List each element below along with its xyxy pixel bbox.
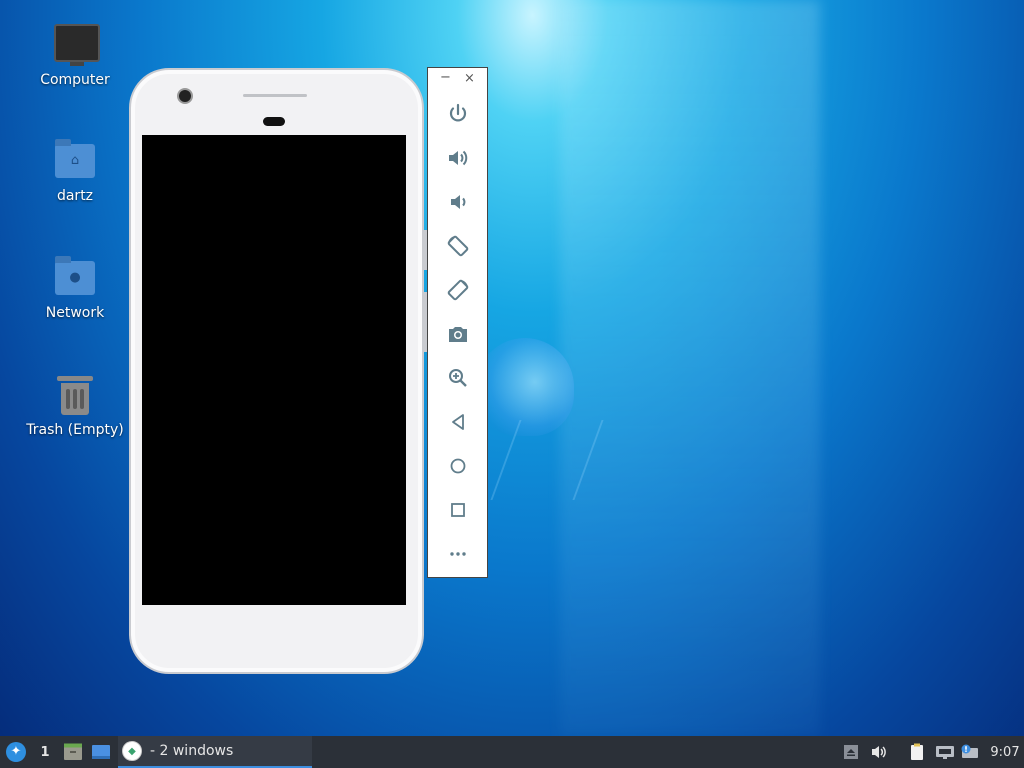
volume-tray-button[interactable] (868, 736, 890, 768)
menu-logo-icon: ✦ (6, 742, 26, 762)
show-desktop-button[interactable] (90, 736, 112, 768)
emulator-toolbar-titlebar: − × (428, 68, 487, 92)
power-button[interactable] (428, 92, 487, 136)
home-folder-icon: ⌂ (53, 138, 97, 182)
network-tray-button[interactable] (934, 736, 956, 768)
home-icon (450, 458, 465, 474)
close-button[interactable]: × (464, 71, 475, 86)
taskbar-window-label: - 2 windows (150, 743, 234, 759)
workspace-switcher[interactable]: 1 (36, 736, 54, 768)
emulator-toolbar: − × (427, 67, 488, 578)
computer-icon (53, 22, 100, 66)
overview-icon (450, 503, 465, 517)
front-camera (179, 90, 191, 102)
notification-tray-button[interactable] (958, 736, 980, 768)
overview-button[interactable] (428, 488, 487, 532)
phone-emulator-frame (129, 68, 427, 674)
volume-down-icon (450, 195, 465, 209)
taskbar: ✦ 1 ◆ - 2 windows 9:07 (0, 736, 1024, 768)
desktop-icon-label: Network (45, 305, 105, 321)
network-folder-icon: ● (53, 255, 97, 299)
clipboard-icon (911, 743, 923, 760)
desktop-icon-label: Computer (40, 72, 110, 88)
file-manager-icon (64, 743, 82, 760)
light-ray (560, 0, 820, 736)
more-icon (449, 552, 466, 556)
notification-icon (961, 744, 978, 758)
desktop-icon-network[interactable]: ● Network (25, 255, 125, 321)
back-icon (451, 414, 464, 430)
taskbar-window-group[interactable]: ◆ - 2 windows (118, 736, 312, 768)
desktop-icon-home[interactable]: ⌂ dartz (25, 138, 125, 204)
eject-icon (844, 745, 858, 759)
earpiece-speaker (243, 94, 307, 97)
proximity-sensor (263, 117, 285, 126)
zoom-icon (448, 369, 467, 387)
volume-down-button[interactable] (428, 180, 487, 224)
more-button[interactable] (428, 532, 487, 576)
desktop-icon-trash[interactable]: Trash (Empty) (25, 372, 125, 438)
camera-icon (448, 327, 467, 342)
rotate-right-button[interactable] (428, 268, 487, 312)
desktop-icon-computer[interactable]: Computer (25, 22, 125, 88)
screenshot-button[interactable] (428, 312, 487, 356)
home-button[interactable] (428, 444, 487, 488)
eject-button[interactable] (840, 736, 862, 768)
rotate-left-icon (447, 235, 468, 257)
trash-icon (53, 372, 97, 416)
desktop-icon-label: Trash (Empty) (26, 422, 124, 438)
clock[interactable]: 9:07 (986, 736, 1024, 768)
application-menu-button[interactable]: ✦ (4, 736, 28, 768)
back-button[interactable] (428, 400, 487, 444)
rotate-right-icon (447, 279, 468, 301)
android-studio-icon: ◆ (122, 741, 142, 761)
phone-screen[interactable] (142, 135, 406, 605)
volume-up-button[interactable] (428, 136, 487, 180)
show-desktop-icon (92, 745, 110, 759)
file-manager-launcher[interactable] (62, 736, 84, 768)
clipboard-tray-button[interactable] (906, 736, 928, 768)
volume-up-icon (448, 150, 467, 166)
desktop-background: Computer ⌂ dartz ● Network Trash (Empty)… (0, 0, 1024, 736)
zoom-button[interactable] (428, 356, 487, 400)
speaker-icon (872, 746, 886, 758)
rotate-left-button[interactable] (428, 224, 487, 268)
minimize-button[interactable]: − (440, 70, 451, 85)
desktop-icon-label: dartz (56, 188, 94, 204)
power-icon (449, 103, 466, 122)
network-wired-icon (936, 746, 954, 759)
